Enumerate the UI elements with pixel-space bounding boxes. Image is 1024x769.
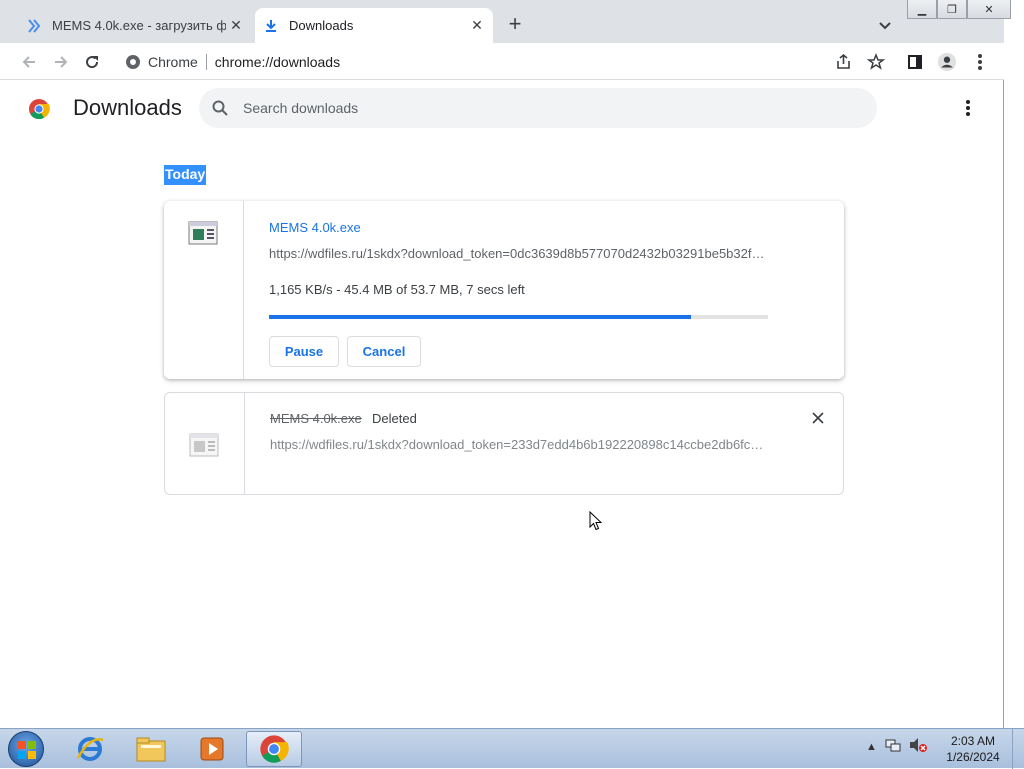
download-item: MEMS 4.0k.exe https://wdfiles.ru/1skdx?d… — [164, 201, 844, 379]
close-tab-icon[interactable]: ✕ — [467, 16, 487, 36]
window-close-button[interactable]: ✕ — [967, 0, 1011, 19]
download-icon — [263, 18, 279, 34]
reload-icon[interactable] — [81, 51, 103, 73]
tab-title: Downloads — [289, 18, 354, 33]
media-player-icon[interactable] — [184, 731, 240, 767]
deleted-file-icon — [189, 433, 219, 457]
executable-file-icon — [188, 221, 218, 245]
chrome-site-icon — [124, 53, 142, 71]
address-bar[interactable]: Chrome chrome://downloads — [116, 47, 896, 76]
minimize-button[interactable]: ▁ — [907, 0, 937, 19]
status-badge: Deleted — [372, 411, 417, 426]
clock-time: 2:03 AM — [950, 734, 996, 748]
site-name: Chrome — [148, 53, 198, 70]
download-progress-text: 1,165 KB/s - 45.4 MB of 53.7 MB, 7 secs … — [269, 282, 525, 297]
file-source-url[interactable]: https://wdfiles.ru/1skdx?download_token=… — [269, 246, 769, 261]
side-panel-icon[interactable] — [905, 52, 925, 72]
menu-kebab-icon[interactable] — [970, 52, 990, 72]
show-desktop-button[interactable] — [1012, 729, 1024, 769]
downloads-header: Downloads — [0, 80, 1004, 136]
download-item: MEMS 4.0k.exe Deleted https://wdfiles.ru… — [164, 392, 844, 495]
tab-mems-file[interactable]: MEMS 4.0k.exe - загрузить файл ✕ — [18, 8, 252, 43]
network-icon[interactable] — [885, 737, 901, 756]
search-input[interactable] — [243, 100, 843, 116]
start-button[interactable] — [8, 731, 44, 767]
show-hidden-icons-icon[interactable]: ▲ — [866, 741, 877, 753]
download-progress-bar — [269, 315, 768, 319]
cancel-button[interactable]: Cancel — [347, 336, 421, 367]
chrome-taskbar-icon[interactable] — [246, 731, 302, 767]
bookmark-star-icon[interactable] — [866, 52, 886, 72]
file-name: MEMS 4.0k.exe — [270, 411, 362, 426]
browser-window: MEMS 4.0k.exe - загрузить файл ✕ Downloa… — [0, 0, 1011, 728]
search-bar[interactable] — [199, 88, 877, 128]
forward-arrow-icon[interactable] — [50, 51, 72, 73]
chrome-logo-icon — [28, 98, 50, 120]
progress-fill — [269, 315, 691, 319]
mouse-cursor-icon — [589, 510, 603, 531]
close-tab-icon[interactable]: ✕ — [226, 16, 246, 36]
remove-from-list-icon[interactable] — [809, 409, 827, 427]
taskbar: ▲ 2:03 AM 1/26/2024 — [0, 728, 1024, 769]
file-icon-column — [165, 393, 245, 494]
back-arrow-icon[interactable] — [18, 51, 40, 73]
double-chevron-icon — [26, 18, 42, 34]
system-clock[interactable]: 2:03 AM 1/26/2024 — [938, 733, 1008, 765]
file-explorer-icon[interactable] — [123, 731, 179, 767]
clock-date: 1/26/2024 — [946, 750, 1000, 764]
url-text: chrome://downloads — [214, 53, 341, 70]
tab-title: MEMS 4.0k.exe - загрузить файл — [52, 18, 226, 33]
date-section-label: Today — [164, 165, 207, 185]
divider — [205, 53, 207, 70]
new-tab-button[interactable]: + — [504, 13, 526, 36]
browser-toolbar: Chrome chrome://downloads — [0, 43, 1004, 80]
internet-explorer-icon[interactable] — [62, 731, 118, 767]
volume-muted-icon[interactable] — [909, 737, 927, 756]
more-actions-icon[interactable] — [960, 98, 976, 118]
page-title: Downloads — [73, 95, 182, 120]
tab-strip: MEMS 4.0k.exe - загрузить файл ✕ Downloa… — [0, 0, 1011, 43]
search-icon — [211, 99, 229, 117]
window-controls: ▁ ❐ ✕ — [907, 0, 1011, 19]
windows-logo-icon — [18, 741, 36, 759]
profile-avatar-icon[interactable] — [937, 52, 957, 72]
restore-button[interactable]: ❐ — [937, 0, 967, 19]
system-tray: ▲ — [866, 737, 927, 756]
tab-search-chevron-icon[interactable] — [875, 16, 895, 36]
pause-button[interactable]: Pause — [269, 336, 339, 367]
share-icon[interactable] — [834, 52, 854, 72]
file-source-url[interactable]: https://wdfiles.ru/1skdx?download_token=… — [270, 437, 770, 452]
file-icon-column — [164, 201, 244, 379]
tab-downloads[interactable]: Downloads ✕ — [255, 8, 493, 43]
file-name-link[interactable]: MEMS 4.0k.exe — [269, 220, 361, 235]
